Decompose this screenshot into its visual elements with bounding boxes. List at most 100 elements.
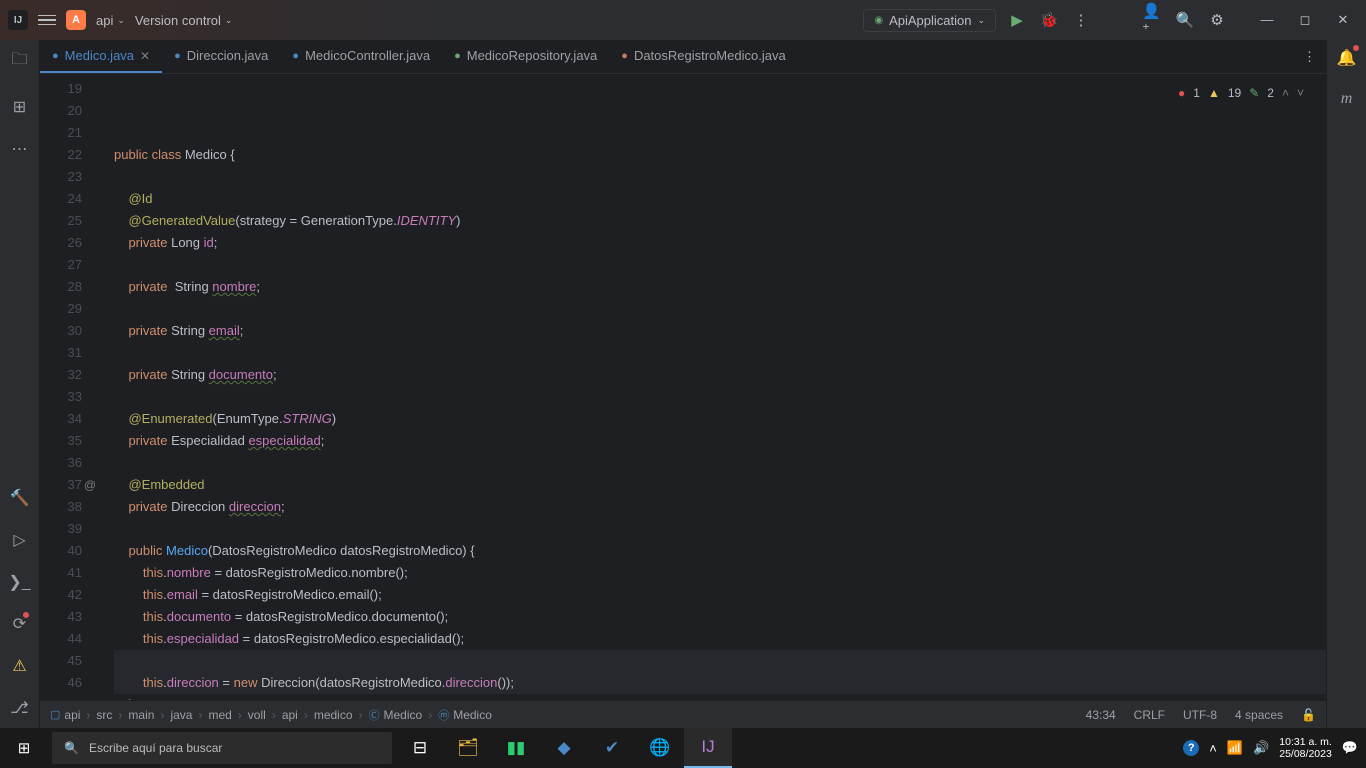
- line-gutter[interactable]: 1920212223242526272829303132333435363738…: [40, 74, 92, 700]
- code-line[interactable]: this.documento = datosRegistroMedico.doc…: [114, 606, 1326, 628]
- code-line[interactable]: private Especialidad especialidad;: [114, 430, 1326, 452]
- wifi-icon[interactable]: 📶: [1227, 740, 1243, 756]
- code-line[interactable]: [114, 254, 1326, 276]
- breadcrumb-icon: ▢: [50, 708, 60, 721]
- code-line[interactable]: public Medico(DatosRegistroMedico datosR…: [114, 540, 1326, 562]
- project-tool-icon[interactable]: 🗀: [11, 48, 27, 75]
- code-line[interactable]: private String nombre;: [114, 276, 1326, 298]
- maximize-button[interactable]: ◻: [1290, 12, 1320, 28]
- run-tool-icon[interactable]: ▷: [13, 530, 25, 550]
- terminal-tool-icon[interactable]: ❯_: [8, 572, 30, 592]
- code-line[interactable]: }: [114, 694, 1326, 700]
- close-button[interactable]: ✕: [1328, 12, 1358, 28]
- code-line[interactable]: [114, 452, 1326, 474]
- code-line[interactable]: @Enumerated(EnumType.STRING): [114, 408, 1326, 430]
- chrome-icon[interactable]: 🌐: [636, 728, 684, 768]
- line-separator[interactable]: CRLF: [1134, 708, 1165, 722]
- task-view-icon[interactable]: ⊟: [396, 728, 444, 768]
- services-tool-icon[interactable]: ⟳: [13, 614, 26, 634]
- editor-tab[interactable]: ●Direccion.java: [162, 40, 280, 73]
- code-line[interactable]: this.email = datosRegistroMedico.email()…: [114, 584, 1326, 606]
- code-with-me-icon[interactable]: 👤⁺: [1142, 9, 1164, 31]
- todo-icon[interactable]: ✔: [588, 728, 636, 768]
- code-line[interactable]: private Long id;: [114, 232, 1326, 254]
- breadcrumb-item[interactable]: medico: [314, 708, 353, 722]
- code-line[interactable]: this.nombre = datosRegistroMedico.nombre…: [114, 562, 1326, 584]
- code-line[interactable]: [114, 166, 1326, 188]
- settings-icon[interactable]: ⚙: [1206, 9, 1228, 31]
- code-line[interactable]: private String email;: [114, 320, 1326, 342]
- breadcrumbs[interactable]: ▢api›src›main›java›med›voll›api›medico›Ⓒ…: [50, 707, 492, 723]
- more-actions-icon[interactable]: ⋮: [1070, 9, 1092, 31]
- breadcrumb-item[interactable]: ▢api: [50, 708, 80, 722]
- code-line[interactable]: this.direccion = new Direccion(datosRegi…: [114, 672, 1326, 694]
- breadcrumb-item[interactable]: voll: [248, 708, 266, 722]
- explorer-icon[interactable]: 🗂: [444, 728, 492, 768]
- action-center-icon[interactable]: 💬: [1342, 740, 1358, 756]
- system-clock[interactable]: 10:31 a. m. 25/08/2023: [1279, 736, 1332, 760]
- breadcrumb-label: main: [128, 708, 154, 722]
- code-line[interactable]: @Embedded: [114, 474, 1326, 496]
- breadcrumb-item[interactable]: src: [96, 708, 112, 722]
- intellij-taskbar-icon[interactable]: IJ: [684, 728, 732, 768]
- run-button[interactable]: ▶: [1006, 9, 1028, 31]
- start-button[interactable]: ⊞: [0, 728, 48, 768]
- more-tools-icon[interactable]: ⋯: [11, 139, 27, 159]
- structure-tool-icon[interactable]: ⊞: [13, 97, 26, 117]
- code-line[interactable]: private Direccion direccion;: [114, 496, 1326, 518]
- breadcrumb-item[interactable]: java: [170, 708, 192, 722]
- main-menu-icon[interactable]: [38, 15, 56, 26]
- editor-tab[interactable]: ●MedicoRepository.java: [442, 40, 609, 73]
- editor-tab[interactable]: ●DatosRegistroMedico.java: [609, 40, 797, 73]
- tabs-more-icon[interactable]: ⋮: [1293, 40, 1326, 73]
- editor-tab[interactable]: ●MedicoController.java: [280, 40, 442, 73]
- minimize-button[interactable]: —: [1252, 12, 1282, 28]
- volume-icon[interactable]: 🔊: [1253, 740, 1269, 756]
- run-config-selector[interactable]: ◉ ApiApplication ⌄: [863, 9, 996, 32]
- project-selector[interactable]: api ⌄: [96, 13, 125, 28]
- debug-button[interactable]: 🐞: [1038, 9, 1060, 31]
- office-icon[interactable]: ◆: [540, 728, 588, 768]
- vcs-selector[interactable]: Version control ⌄: [135, 13, 233, 28]
- code-line[interactable]: this.especialidad = datosRegistroMedico.…: [114, 628, 1326, 650]
- code-line[interactable]: @Id: [114, 188, 1326, 210]
- breadcrumb-item[interactable]: ⒸMedico: [369, 707, 423, 723]
- code-line[interactable]: [114, 386, 1326, 408]
- code-line[interactable]: [114, 298, 1326, 320]
- error-icon: ●: [1178, 82, 1185, 104]
- windows-search-input[interactable]: 🔍 Escribe aquí para buscar: [52, 732, 392, 764]
- editor-tab[interactable]: ●Medico.java✕: [40, 40, 162, 73]
- tray-expand-icon[interactable]: ˄: [1209, 741, 1217, 756]
- app-icon-green[interactable]: ▮▮: [492, 728, 540, 768]
- code-line[interactable]: [114, 518, 1326, 540]
- code-line[interactable]: [114, 650, 1326, 672]
- clock-time: 10:31 a. m.: [1279, 736, 1332, 748]
- code-line[interactable]: @GeneratedValue(strategy = GenerationTyp…: [114, 210, 1326, 232]
- close-tab-icon[interactable]: ✕: [140, 49, 150, 63]
- readonly-lock-icon[interactable]: 🔓: [1301, 708, 1316, 722]
- next-highlight-icon[interactable]: ˅: [1297, 82, 1304, 104]
- caret-position[interactable]: 43:34: [1086, 708, 1116, 722]
- breadcrumb-label: api: [282, 708, 298, 722]
- indent-setting[interactable]: 4 spaces: [1235, 708, 1283, 722]
- breadcrumb-item[interactable]: med: [208, 708, 231, 722]
- code-line[interactable]: [114, 342, 1326, 364]
- prev-highlight-icon[interactable]: ˄: [1282, 82, 1289, 104]
- help-tray-icon[interactable]: ?: [1183, 740, 1199, 756]
- search-icon[interactable]: 🔍: [1174, 9, 1196, 31]
- breadcrumb-item[interactable]: main: [128, 708, 154, 722]
- inspections-widget[interactable]: ●1 ▲19 ✎2 ˄ ˅: [1174, 80, 1308, 106]
- code-line[interactable]: private String documento;: [114, 364, 1326, 386]
- problems-tool-icon[interactable]: ⚠: [12, 656, 26, 676]
- project-name: api: [96, 13, 113, 28]
- maven-tool-icon[interactable]: m: [1341, 90, 1353, 108]
- breadcrumb-item[interactable]: ⓜMedico: [438, 707, 492, 723]
- code-line[interactable]: public class Medico {: [114, 144, 1326, 166]
- notifications-icon[interactable]: 🔔: [1337, 48, 1357, 68]
- git-tool-icon[interactable]: ⎇: [10, 698, 28, 718]
- file-encoding[interactable]: UTF-8: [1183, 708, 1217, 722]
- project-badge[interactable]: A: [66, 10, 86, 30]
- build-tool-icon[interactable]: 🔨: [10, 488, 30, 508]
- code-editor[interactable]: ●1 ▲19 ✎2 ˄ ˅ public class Medico { @Id …: [92, 74, 1326, 700]
- breadcrumb-item[interactable]: api: [282, 708, 298, 722]
